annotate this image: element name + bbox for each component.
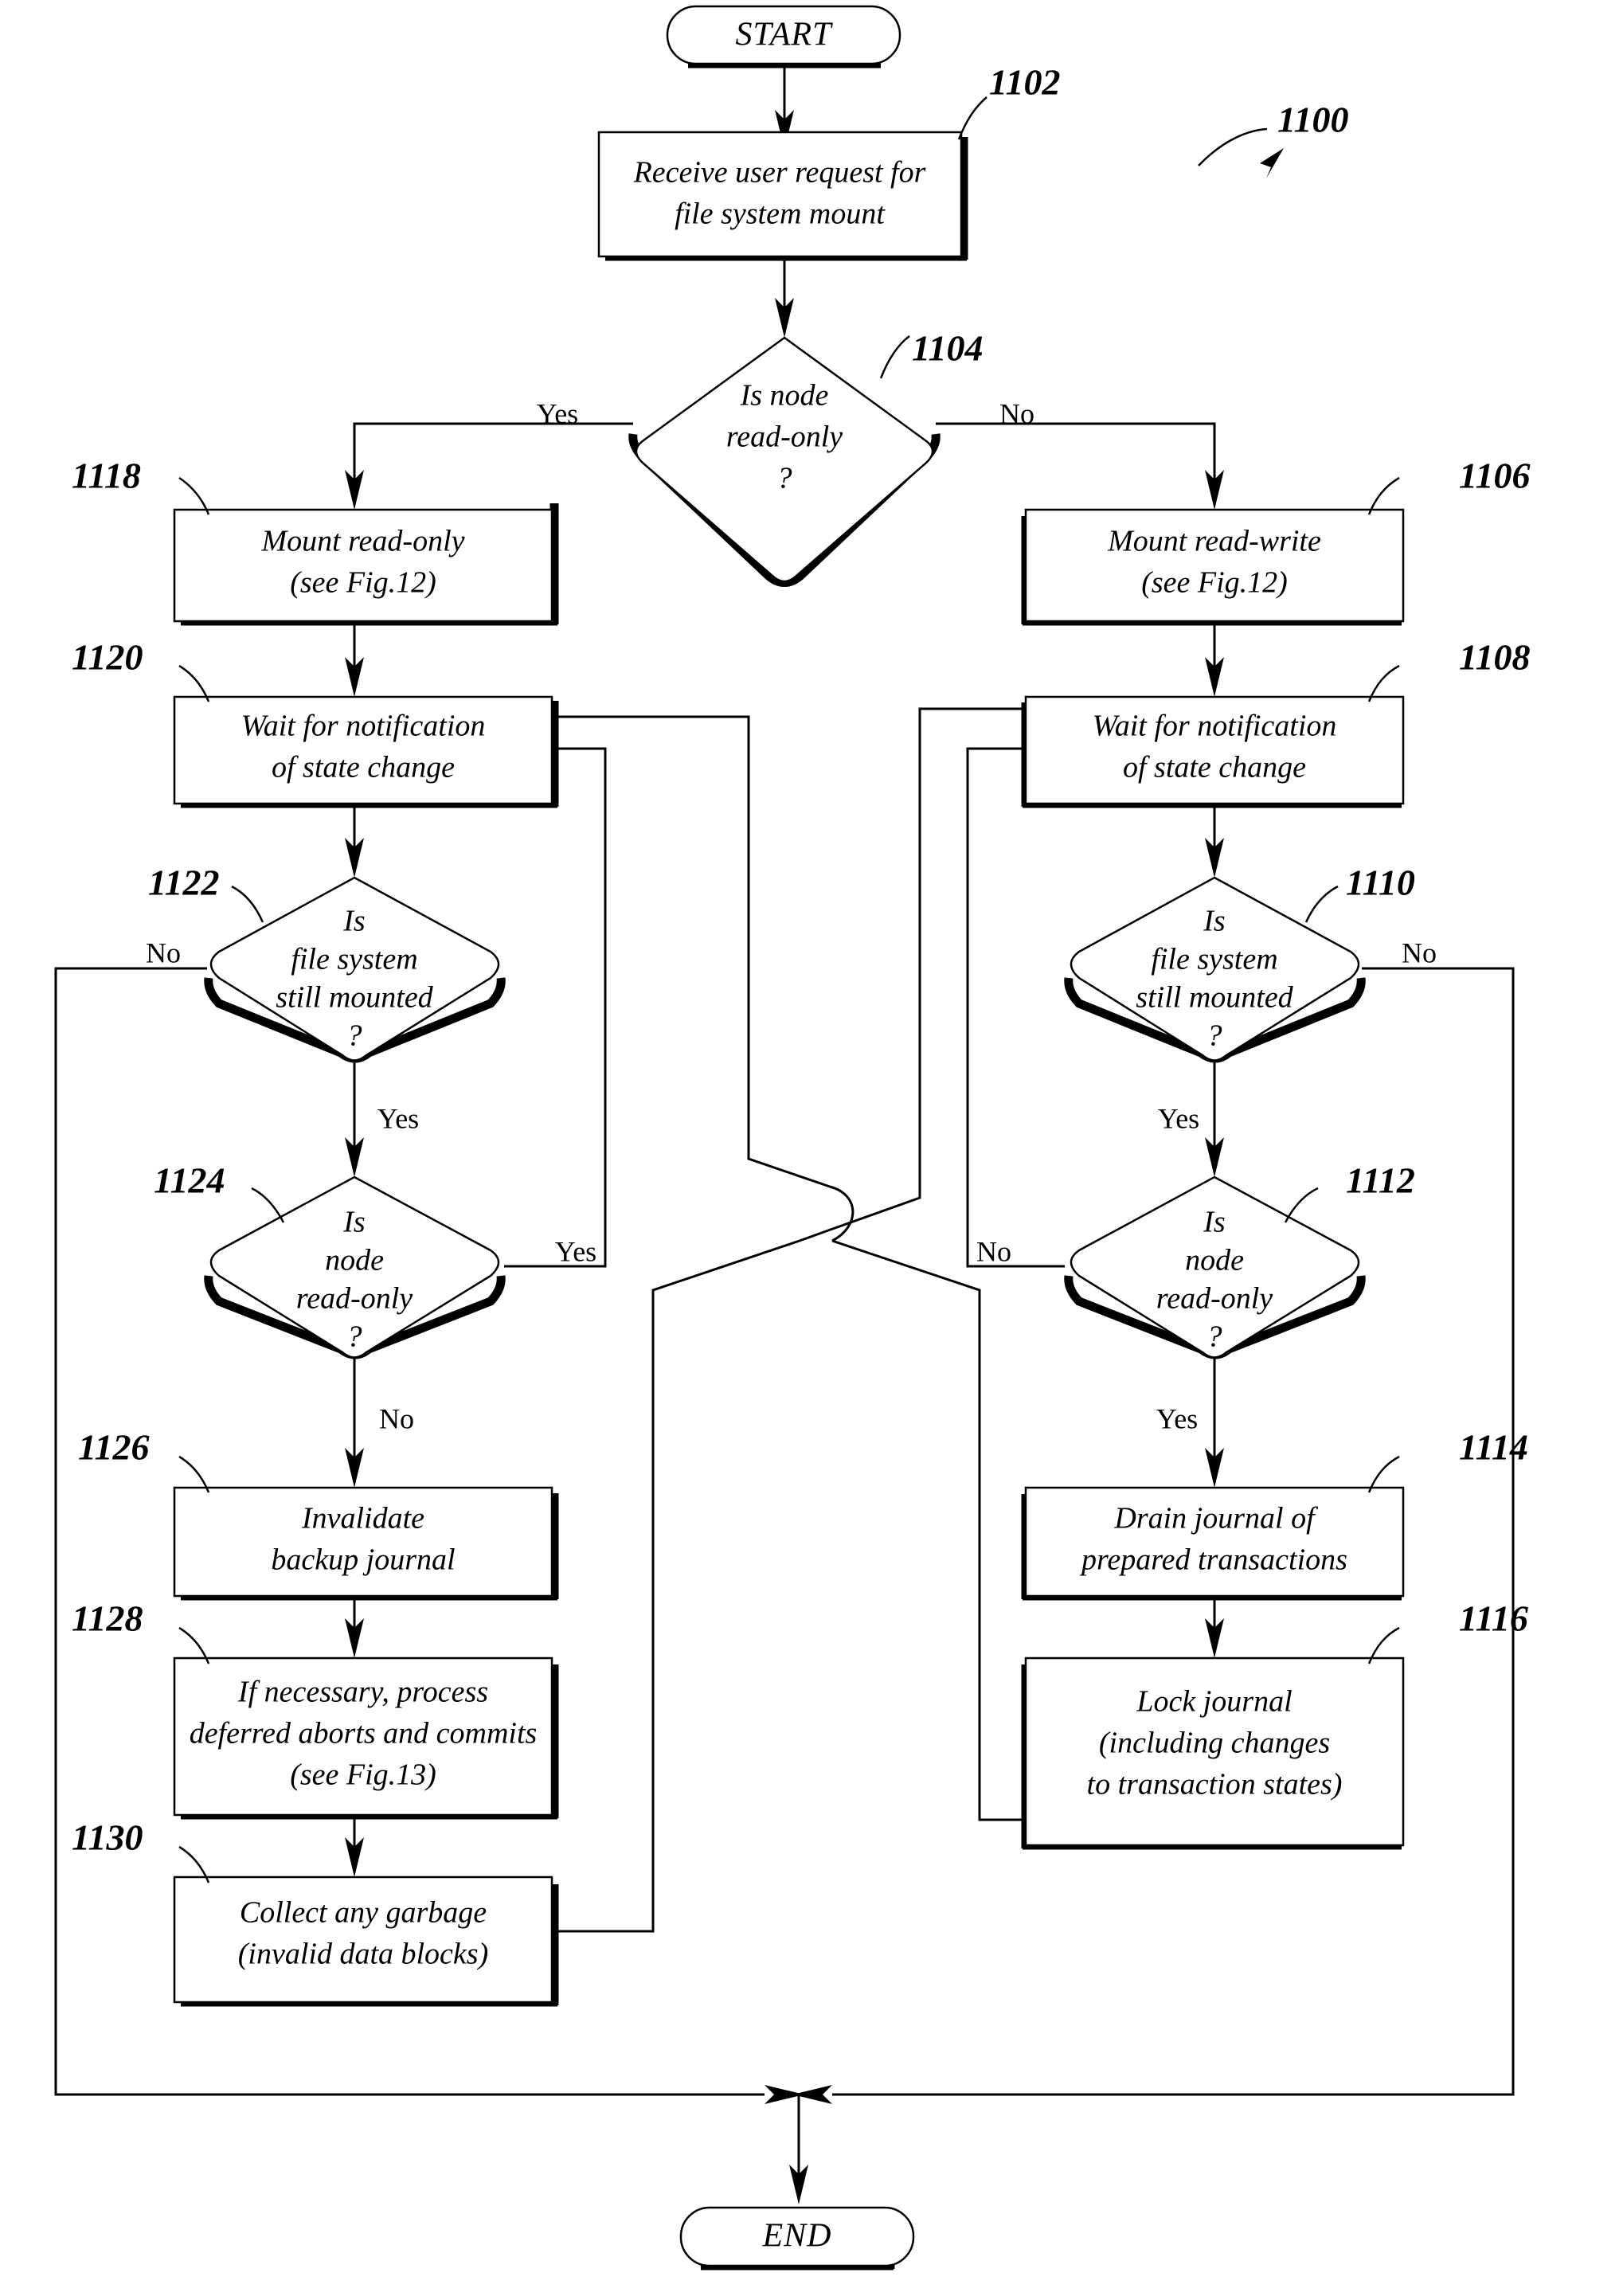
connector-1104-yes-to-1118 xyxy=(353,422,633,491)
node-1122-line-1: file system xyxy=(291,943,417,976)
node-1104-line-2: ? xyxy=(777,462,792,495)
branch-label-1112-yes: Yes xyxy=(1156,1402,1198,1434)
node-1116-line-1: (including changes xyxy=(1099,1727,1330,1760)
node-1112-line-3: ? xyxy=(1207,1320,1222,1354)
ref-1124: 1124 xyxy=(154,1160,225,1201)
branch-label-1110-no: No xyxy=(1402,937,1437,968)
ref-1108: 1108 xyxy=(1459,637,1530,678)
node-1106: Mount read-write (see Fig.12) xyxy=(1021,508,1405,626)
ref-1106: 1106 xyxy=(1459,456,1530,496)
start-label: START xyxy=(736,17,834,53)
node-1104-line-1: read-only xyxy=(726,420,843,454)
node-1114-line-0: Drain journal of xyxy=(1113,1502,1318,1535)
leader-1102 xyxy=(957,96,987,140)
patent-figure-page: START Receive user request for file syst… xyxy=(0,0,1623,2296)
node-1128: If necessary, process deferred aborts an… xyxy=(173,1656,559,1820)
node-1122-line-2: still mounted xyxy=(276,981,433,1015)
node-1102-line-0: Receive user request for xyxy=(633,156,926,190)
node-1124-line-2: read-only xyxy=(296,1282,413,1316)
node-1112-line-0: Is xyxy=(1203,1206,1225,1239)
node-1116-line-0: Lock journal xyxy=(1136,1685,1292,1719)
node-1124-line-3: ? xyxy=(347,1320,362,1354)
node-1104-shape xyxy=(635,336,934,583)
node-1106-line-0: Mount read-write xyxy=(1107,525,1321,558)
node-1104: Is node read-only ? xyxy=(628,336,941,587)
node-1118-line-1: (see Fig.12) xyxy=(290,566,436,600)
node-1110-line-0: Is xyxy=(1203,905,1225,938)
node-1110-line-2: still mounted xyxy=(1136,981,1293,1015)
node-1126-line-1: backup journal xyxy=(271,1543,455,1577)
connector-1130-to-1108-bridge-approach xyxy=(799,1229,829,1242)
branch-label-1110-yes: Yes xyxy=(1158,1102,1199,1134)
ref-1104: 1104 xyxy=(912,328,983,369)
node-1130-line-1: (invalid data blocks) xyxy=(238,1938,488,1971)
node-1110-line-1: file system xyxy=(1151,943,1277,976)
node-1130-line-0: Collect any garbage xyxy=(240,1896,487,1930)
connector-1130-to-1108-segment-a xyxy=(552,1239,800,1933)
branch-label-1112-no: No xyxy=(976,1235,1011,1267)
node-1130: Collect any garbage (invalid data blocks… xyxy=(173,1876,559,2007)
node-1120-line-0: Wait for notification xyxy=(241,710,486,743)
node-1108-line-1: of state change xyxy=(1123,751,1306,784)
node-1114-line-1: prepared transactions xyxy=(1079,1543,1347,1577)
node-1112: Is node read-only ? xyxy=(1064,1175,1366,1359)
node-1118: Mount read-only (see Fig.12) xyxy=(173,503,559,626)
branch-label-1124-yes: Yes xyxy=(555,1235,596,1267)
node-1108-line-0: Wait for notification xyxy=(1093,710,1337,743)
node-1102-line-1: file system mount xyxy=(675,198,886,231)
leader-1110 xyxy=(1304,885,1339,923)
flowchart-canvas: START Receive user request for file syst… xyxy=(54,5,1530,2271)
node-1108: Wait for notification of state change xyxy=(1021,695,1405,808)
leader-1122 xyxy=(231,885,264,923)
node-1124-line-1: node xyxy=(325,1244,384,1277)
node-1116-line-2: to transaction states) xyxy=(1087,1768,1343,1801)
node-1128-line-0: If necessary, process xyxy=(237,1676,488,1709)
ref-1116: 1116 xyxy=(1459,1598,1528,1639)
branch-label-1104-no: No xyxy=(999,397,1034,429)
branch-label-1124-no: No xyxy=(379,1402,414,1434)
branch-label-1122-no: No xyxy=(146,937,181,968)
ref-1102: 1102 xyxy=(989,62,1060,103)
ref-1118: 1118 xyxy=(72,456,141,496)
ref-1128: 1128 xyxy=(72,1598,143,1639)
branch-label-1104-yes: Yes xyxy=(537,397,578,429)
node-1122-line-3: ? xyxy=(347,1019,362,1053)
node-1118-line-0: Mount read-only xyxy=(260,525,464,558)
node-1124: Is node read-only ? xyxy=(204,1175,506,1359)
node-1112-line-2: read-only xyxy=(1156,1282,1273,1316)
terminal-end: END xyxy=(679,2206,915,2271)
connector-1116-to-1120-hop xyxy=(829,1185,855,1242)
ref-1122: 1122 xyxy=(148,862,219,903)
node-1126: Invalidate backup journal xyxy=(173,1486,559,1601)
leader-1100 xyxy=(1198,127,1268,166)
leader-1104 xyxy=(879,335,910,379)
node-1112-line-1: node xyxy=(1185,1244,1244,1277)
branch-label-1122-yes: Yes xyxy=(377,1102,419,1134)
end-label: END xyxy=(762,2218,832,2255)
node-1128-line-2: (see Fig.13) xyxy=(290,1758,436,1792)
ref-1130: 1130 xyxy=(72,1817,143,1858)
terminal-start: START xyxy=(666,5,901,68)
ref-1100: 1100 xyxy=(1277,100,1348,140)
node-1102: Receive user request for file system mou… xyxy=(597,131,968,261)
node-1116: Lock journal (including changes to trans… xyxy=(1021,1656,1405,1850)
node-1126-line-0: Invalidate xyxy=(301,1502,424,1535)
arrowhead-1100 xyxy=(1260,148,1284,178)
node-1122-line-0: Is xyxy=(342,905,365,938)
ref-1126: 1126 xyxy=(78,1427,149,1468)
node-1128-line-1: deferred aborts and commits xyxy=(190,1717,538,1750)
node-1104-line-0: Is node xyxy=(740,379,829,413)
connector-1104-no-to-1106 xyxy=(936,422,1216,491)
ref-1120: 1120 xyxy=(72,637,143,678)
node-1110-line-3: ? xyxy=(1207,1019,1222,1053)
node-1120: Wait for notification of state change xyxy=(173,695,559,808)
node-1106-line-1: (see Fig.12) xyxy=(1141,566,1288,600)
node-1114: Drain journal of prepared transactions xyxy=(1021,1486,1405,1601)
ref-1110: 1110 xyxy=(1346,862,1415,903)
node-1102-shape xyxy=(597,131,963,258)
ref-1112: 1112 xyxy=(1346,1160,1415,1201)
node-1124-line-0: Is xyxy=(342,1206,365,1239)
node-1120-line-1: of state change xyxy=(272,751,455,784)
ref-1114: 1114 xyxy=(1459,1427,1528,1468)
